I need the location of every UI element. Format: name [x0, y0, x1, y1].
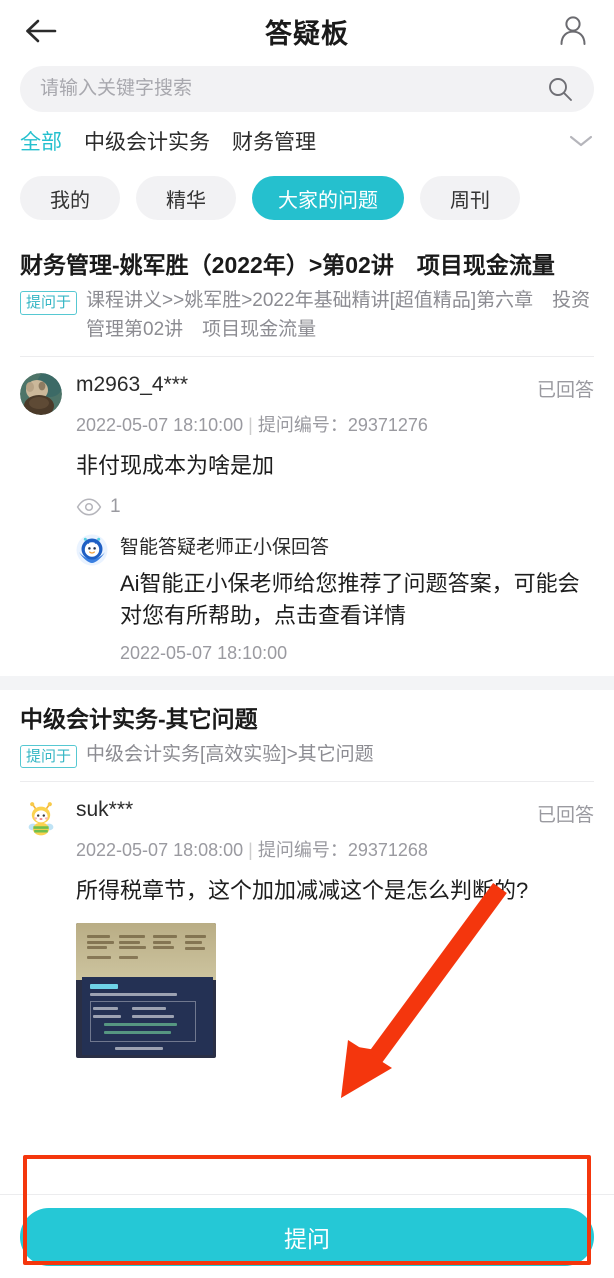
- user-photo-avatar-icon: [20, 373, 62, 416]
- question-username: suk***: [76, 798, 134, 822]
- category-tab-intermediate-accounting[interactable]: 中级会计实务: [84, 126, 210, 156]
- category-expand-button[interactable]: [568, 133, 594, 149]
- question-card[interactable]: 财务管理-姚军胜（2022年）>第02讲 项目现金流量 提问于 课程讲义>>姚军…: [0, 236, 614, 676]
- bottom-action-bar: 提问: [0, 1194, 614, 1278]
- bee-mascot-avatar-icon: [20, 798, 62, 841]
- question-body: 非付现成本为啥是加: [76, 453, 275, 479]
- chip-weekly[interactable]: 周刊: [420, 176, 520, 220]
- eye-icon: [76, 498, 102, 516]
- category-tabs: 全部 中级会计实务 财务管理: [0, 112, 614, 168]
- meta-separator: |: [248, 840, 253, 861]
- question-block[interactable]: m2963_4*** 已回答 2022-05-07 18:10:00 | 提问编号：…: [20, 357, 594, 676]
- chevron-down-icon: [569, 135, 593, 147]
- chip-everyones-questions[interactable]: 大家的问题: [252, 176, 404, 220]
- question-meta: m2963_4*** 已回答 2022-05-07 18:10:00 | 提问编号：…: [76, 373, 594, 437]
- card-title: 财务管理-姚军胜（2022年）>第02讲 项目现金流量: [20, 252, 555, 278]
- search-section: [0, 62, 614, 112]
- user-profile-button[interactable]: [550, 8, 596, 54]
- card-title: 中级会计实务-其它问题: [20, 705, 258, 732]
- question-header: m2963_4*** 已回答 2022-05-07 18:10:00 | 提问编号：…: [20, 373, 594, 437]
- search-icon[interactable]: [546, 75, 574, 103]
- question-block[interactable]: suk*** 已回答 2022-05-07 18:08:00 | 提问编号：2937…: [20, 782, 594, 1066]
- ai-robot-icon: [76, 534, 108, 566]
- question-time: 2022-05-07 18:10:00: [76, 415, 244, 436]
- question-time: 2022-05-07 18:08:00: [76, 840, 244, 861]
- ask-source-tag: 提问于: [20, 291, 78, 315]
- ask-source-row: 提问于 中级会计实务[高效实验]>其它问题: [20, 741, 594, 782]
- view-count: 1: [110, 495, 121, 517]
- app-header: 答疑板: [0, 0, 614, 62]
- bottom-spacer: [0, 1066, 614, 1162]
- ai-answer-content: 智能答疑老师正小保回答 Ai智能正小保老师给您推荐了问题答案，可能会对您有所帮助…: [120, 532, 594, 664]
- ai-answer-text[interactable]: Ai智能正小保老师给您推荐了问题答案，可能会对您有所帮助，点击查看详情: [120, 568, 594, 632]
- meta-separator: |: [248, 415, 253, 436]
- question-header: suk*** 已回答 2022-05-07 18:08:00 | 提问编号：2937…: [20, 798, 594, 862]
- filter-chip-row: 我的 精华 大家的问题 周刊: [0, 168, 614, 236]
- category-tab-all[interactable]: 全部: [20, 126, 62, 156]
- status-badge: 已回答: [536, 805, 594, 827]
- ai-avatar: [76, 534, 108, 566]
- search-box[interactable]: [20, 66, 594, 112]
- ai-answer-time: 2022-05-07 18:10:00: [120, 642, 288, 663]
- question-id-value: 29371268: [347, 840, 428, 861]
- card-separator: [0, 675, 614, 690]
- avatar: [20, 373, 62, 416]
- chip-essence[interactable]: 精华: [136, 176, 236, 220]
- avatar: [20, 798, 62, 841]
- question-body: 所得税章节，这个加加减减这个是怎么判断的?: [76, 878, 529, 904]
- question-timestamp-row: 2022-05-07 18:10:00 | 提问编号：29371276: [76, 411, 594, 437]
- ask-source-path: 课程讲义>>姚军胜>2022年基础精讲[超值精品]第六章 投资管理第02讲 项目…: [86, 290, 591, 340]
- status-badge: 已回答: [536, 380, 594, 402]
- page-title: 答疑板: [265, 18, 349, 49]
- arrow-left-icon: [26, 19, 57, 43]
- back-button[interactable]: [18, 8, 64, 54]
- page-scroll-area[interactable]: 答疑板 全部 中级会计实务 财务管理 我的 精华: [0, 0, 614, 1278]
- question-attachment-thumbnail[interactable]: [76, 923, 216, 1059]
- photo-top-region: [76, 923, 216, 980]
- ask-question-button[interactable]: 提问: [20, 1207, 594, 1266]
- question-id-label: 提问编号：: [257, 415, 348, 436]
- ai-answer-title: 智能答疑老师正小保回答: [120, 536, 330, 558]
- question-card[interactable]: 中级会计实务-其它问题 提问于 中级会计实务[高效实验]>其它问题 suk***…: [0, 689, 614, 1067]
- question-timestamp-row: 2022-05-07 18:08:00 | 提问编号：29371268: [76, 836, 594, 862]
- ask-source-path: 中级会计实务[高效实验]>其它问题: [86, 743, 374, 765]
- question-id-label: 提问编号：: [257, 840, 348, 861]
- chip-my-questions[interactable]: 我的: [20, 176, 120, 220]
- question-id-value: 29371276: [347, 415, 428, 436]
- question-meta: suk*** 已回答 2022-05-07 18:08:00 | 提问编号：2937…: [76, 798, 594, 862]
- question-attachment-wrap: [76, 923, 594, 1059]
- search-input[interactable]: [40, 78, 546, 100]
- ask-source-row: 提问于 课程讲义>>姚军胜>2022年基础精讲[超值精品]第六章 投资管理第02…: [20, 287, 594, 356]
- ask-source-tag: 提问于: [20, 744, 78, 769]
- question-username: m2963_4***: [76, 373, 189, 397]
- ai-answer-block[interactable]: 智能答疑老师正小保回答 Ai智能正小保老师给您推荐了问题答案，可能会对您有所帮助…: [76, 532, 594, 668]
- view-count-row: 1: [76, 496, 594, 518]
- user-avatar-icon: [560, 16, 586, 45]
- category-tab-financial-management[interactable]: 财务管理: [232, 126, 316, 156]
